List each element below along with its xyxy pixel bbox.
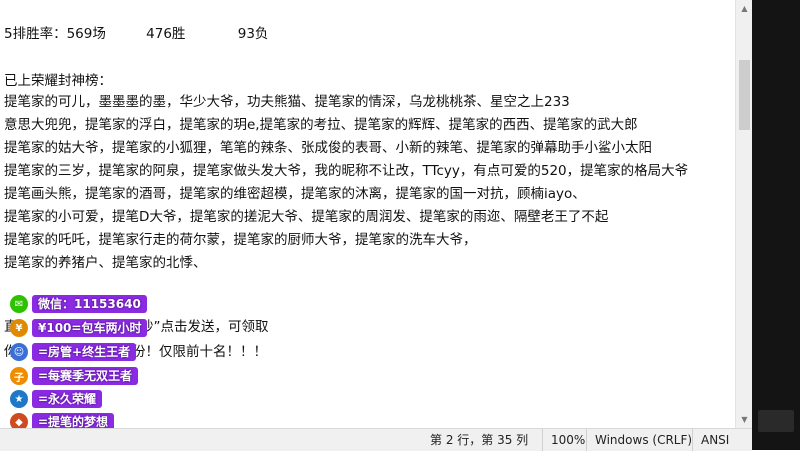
overlay-label: =房管+终生王者: [32, 343, 137, 361]
scroll-down-arrow-icon[interactable]: ▼: [736, 411, 753, 428]
encoding: ANSI: [692, 429, 751, 451]
zoom-level: 100%: [542, 429, 591, 451]
badge-icon: 子: [10, 367, 28, 385]
honor-line: 提笔家的可儿，墨墨墨的墨，华少大爷，功夫熊猫、提笔家的情深，乌龙桃桃茶、星空之上…: [4, 94, 570, 110]
overlay-row: ◆ =提笔的梦想: [10, 412, 115, 428]
honor-line: 提笔家的三岁，提笔家的阿泉，提笔家做头发大爷，我的昵称不让改，TTcyy，有点可…: [4, 163, 689, 179]
partial-text-end: 吵”点击发送，可领取: [140, 319, 269, 335]
overlay-row: 子 =每赛季无双王者: [10, 366, 139, 386]
honor-line: 提笔家的姑大爷，提笔家的小狐狸，笔笔的辣条、张成俊的表哥、小新的辣笔、提笔家的弹…: [4, 140, 652, 156]
crest-icon: ◆: [10, 413, 28, 428]
honor-header: 已上荣耀封神榜：: [4, 73, 112, 89]
honor-line: 提笔家的小可爱，提笔D大爷，提笔家的搓泥大爷、提笔家的周润发、提笔家的雨迩、隔壁…: [4, 209, 609, 225]
avatar-icon: ☺: [10, 343, 28, 361]
overlay-row: ☺ =房管+终生王者: [10, 342, 137, 362]
honor-line: 提笔家的吒吒，提笔家行走的荷尔蒙，提笔家的厨师大爷，提笔家的洗车大爷，: [4, 232, 477, 248]
partial-text-end: 份！仅限前十名！！！: [132, 344, 267, 360]
watermark-logo-icon: [758, 410, 794, 432]
status-bar: 第 2 行，第 35 列 100% Windows (CRLF) ANSI: [0, 428, 752, 451]
overlay-label: 微信：11153640: [32, 295, 147, 313]
overlay-label: =提笔的梦想: [32, 413, 115, 428]
overlay-wechat-row: ✉ 微信：11153640: [10, 294, 147, 314]
overlay-label: =每赛季无双王者: [32, 367, 139, 385]
stats-rate: 5排胜率：569场: [4, 26, 106, 42]
stats-losses: 93负: [237, 26, 269, 42]
stats-wins: 476胜: [146, 26, 186, 42]
cursor-position: 第 2 行，第 35 列: [430, 433, 529, 447]
overlay-row: ★ =永久荣耀: [10, 389, 103, 409]
medal-icon: ★: [10, 390, 28, 408]
overlay-row: ¥ ¥100=包车两小时: [10, 318, 148, 338]
coin-icon: ¥: [10, 319, 28, 337]
scrollbar-thumb[interactable]: [739, 60, 750, 130]
line-ending: Windows (CRLF): [586, 429, 695, 451]
stats-line: 5排胜率：569场 476胜 93负: [4, 25, 268, 43]
honor-line: 提笔家的养猪户、提笔家的北悸、: [4, 255, 207, 271]
honor-line: 意思大兜兜，提笔家的浮白，提笔家的玥e,提笔家的考拉、提笔家的辉辉、提笔家的西西…: [4, 117, 638, 133]
text-editor-area[interactable]: 5排胜率：569场 476胜 93负 已上荣耀封神榜： 提笔家的可儿，墨墨墨的墨…: [0, 0, 735, 428]
overlay-label: =永久荣耀: [32, 390, 103, 408]
honor-line: 提笔画头熊，提笔家的酒哥，提笔家的维密超模，提笔家的沐离，提笔家的国一对抗，顾楠…: [4, 186, 586, 202]
vertical-scrollbar[interactable]: ▲ ▼: [735, 0, 753, 428]
wechat-icon: ✉: [10, 295, 28, 313]
stream-side-panel: [752, 0, 800, 450]
overlay-label: ¥100=包车两小时: [32, 319, 148, 337]
scroll-up-arrow-icon[interactable]: ▲: [736, 0, 753, 17]
